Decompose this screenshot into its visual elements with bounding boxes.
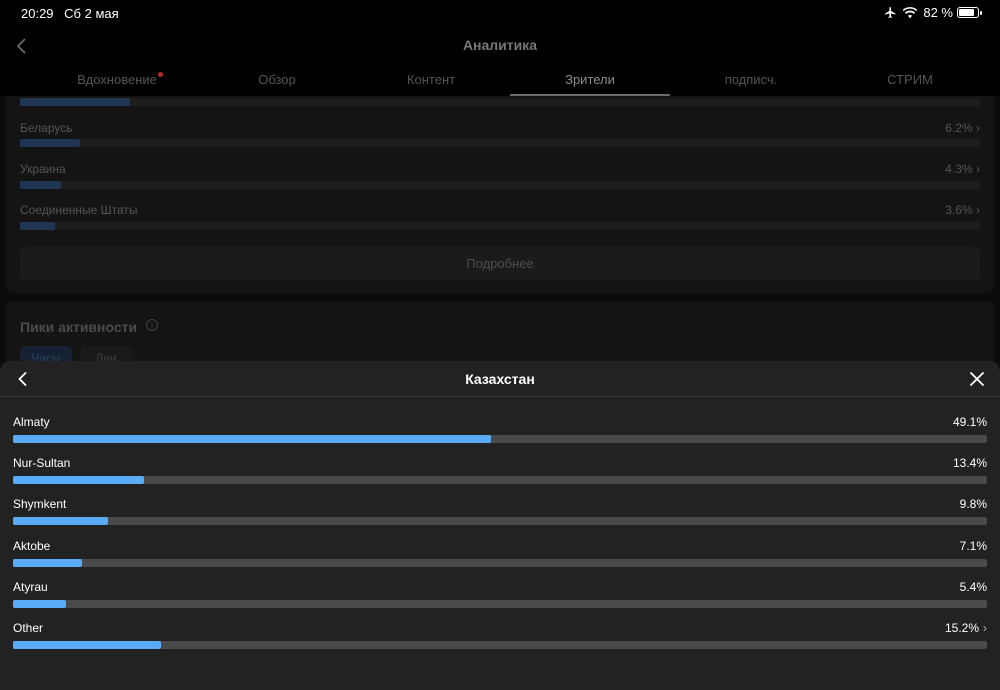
notification-dot [157, 72, 163, 77]
city-bar-track [13, 435, 987, 443]
more-button[interactable]: Подробнее [20, 247, 980, 280]
city-bar-fill [13, 476, 144, 484]
status-bar: 20:29 Сб 2 мая 82 % [0, 0, 1000, 28]
city-name: Shymkent [13, 497, 67, 511]
city-row: Shymkent 9.8% [13, 497, 987, 527]
city-bar-track [13, 517, 987, 525]
city-name: Nur-Sultan [13, 456, 71, 470]
tab-label: Контент [406, 72, 456, 87]
tab-inspiration[interactable]: Вдохновение [40, 72, 200, 87]
country-bar-track [20, 139, 980, 147]
battery-icon [957, 7, 982, 18]
country-percent-value: 4.3% [945, 162, 973, 176]
tab-label: СТРИМ [887, 72, 933, 87]
city-name: Aktobe [13, 539, 51, 553]
chevron-right-icon: › [976, 203, 980, 217]
wifi-icon [903, 6, 918, 19]
country-percent-value: 6.2% [945, 121, 973, 135]
country-bar-fill [20, 139, 80, 147]
city-bar-fill [13, 641, 162, 649]
country-percent[interactable]: 6.2% › [945, 121, 980, 135]
city-row: Aktobe 7.1% [13, 539, 987, 569]
city-bar-fill [13, 435, 492, 443]
tab-label: подписч. [724, 72, 778, 87]
city-percent: 5.4% [959, 580, 987, 594]
country-bar-fill [20, 222, 55, 230]
city-row-other[interactable]: Other 15.2% › [13, 621, 987, 651]
city-bar-track [13, 600, 987, 608]
city-row: Atyrau 5.4% [13, 580, 987, 610]
status-right: 82 % [878, 5, 982, 20]
country-bar-fill [20, 98, 131, 106]
status-date: Сб 2 мая [64, 6, 119, 21]
screen: 20:29 Сб 2 мая 82 % Аналитика Вдохновени… [0, 0, 1000, 690]
sheet-header: Казахстан [0, 361, 1000, 397]
sheet-title: Казахстан [465, 371, 535, 387]
tab-overview[interactable]: Обзор [197, 72, 357, 87]
region-sheet: Казахстан Almaty 49.1% Nur-Sultan 13.4% … [0, 361, 1000, 690]
city-bar-fill [13, 559, 83, 567]
tab-stream[interactable]: СТРИМ [830, 72, 990, 87]
city-row: Almaty 49.1% [13, 415, 987, 445]
chevron-right-icon: › [976, 121, 980, 135]
country-name: Беларусь [20, 121, 73, 135]
tab-label: Обзор [258, 72, 296, 87]
tab-label: Зрители [565, 72, 615, 87]
country-bar-fill [20, 181, 62, 189]
tab-label: Вдохновение [77, 72, 157, 87]
tab-viewers[interactable]: Зрители [510, 72, 670, 87]
city-percent: 9.8% [959, 497, 987, 511]
tab-bar: Вдохновение Обзор Контент Зрители подпис… [0, 68, 1000, 96]
country-percent[interactable]: 4.3% › [945, 162, 980, 176]
country-bar-track [20, 98, 980, 106]
tab-followers[interactable]: подписч. [671, 72, 831, 87]
city-percent: 7.1% [959, 539, 987, 553]
city-name: Almaty [13, 415, 50, 429]
city-percent-value: 15.2% [944, 621, 979, 635]
city-percent: 13.4% [952, 456, 987, 470]
airplane-icon [884, 6, 897, 19]
page-title: Аналитика [462, 37, 538, 53]
city-name: Other [13, 621, 44, 635]
country-name: Украина [20, 162, 66, 176]
chevron-right-icon: › [983, 621, 987, 635]
country-name: Соединенные Штаты [20, 203, 138, 217]
city-bar-track [13, 641, 987, 649]
country-percent[interactable]: 3.6% › [945, 203, 980, 217]
city-percent: 15.2% › [945, 621, 987, 635]
battery-level [959, 9, 974, 16]
info-icon[interactable]: i [146, 319, 158, 331]
status-time: 20:29 [21, 6, 54, 21]
city-name: Atyrau [13, 580, 48, 594]
country-percent-value: 3.6% [945, 203, 973, 217]
city-bar-fill [13, 600, 66, 608]
city-percent: 49.1% [952, 415, 987, 429]
status-left: 20:29 Сб 2 мая [21, 6, 126, 21]
country-bar-track [20, 222, 980, 230]
city-bar-track [13, 476, 987, 484]
battery-percent: 82 % [923, 5, 953, 20]
city-row: Nur-Sultan 13.4% [13, 456, 987, 486]
city-bar-fill [13, 517, 109, 525]
country-bar-track [20, 181, 980, 189]
tab-content[interactable]: Контент [351, 72, 511, 87]
close-icon[interactable] [968, 370, 986, 388]
chevron-right-icon: › [976, 162, 980, 176]
section-title: Пики активности [20, 319, 138, 335]
city-bar-track [13, 559, 987, 567]
